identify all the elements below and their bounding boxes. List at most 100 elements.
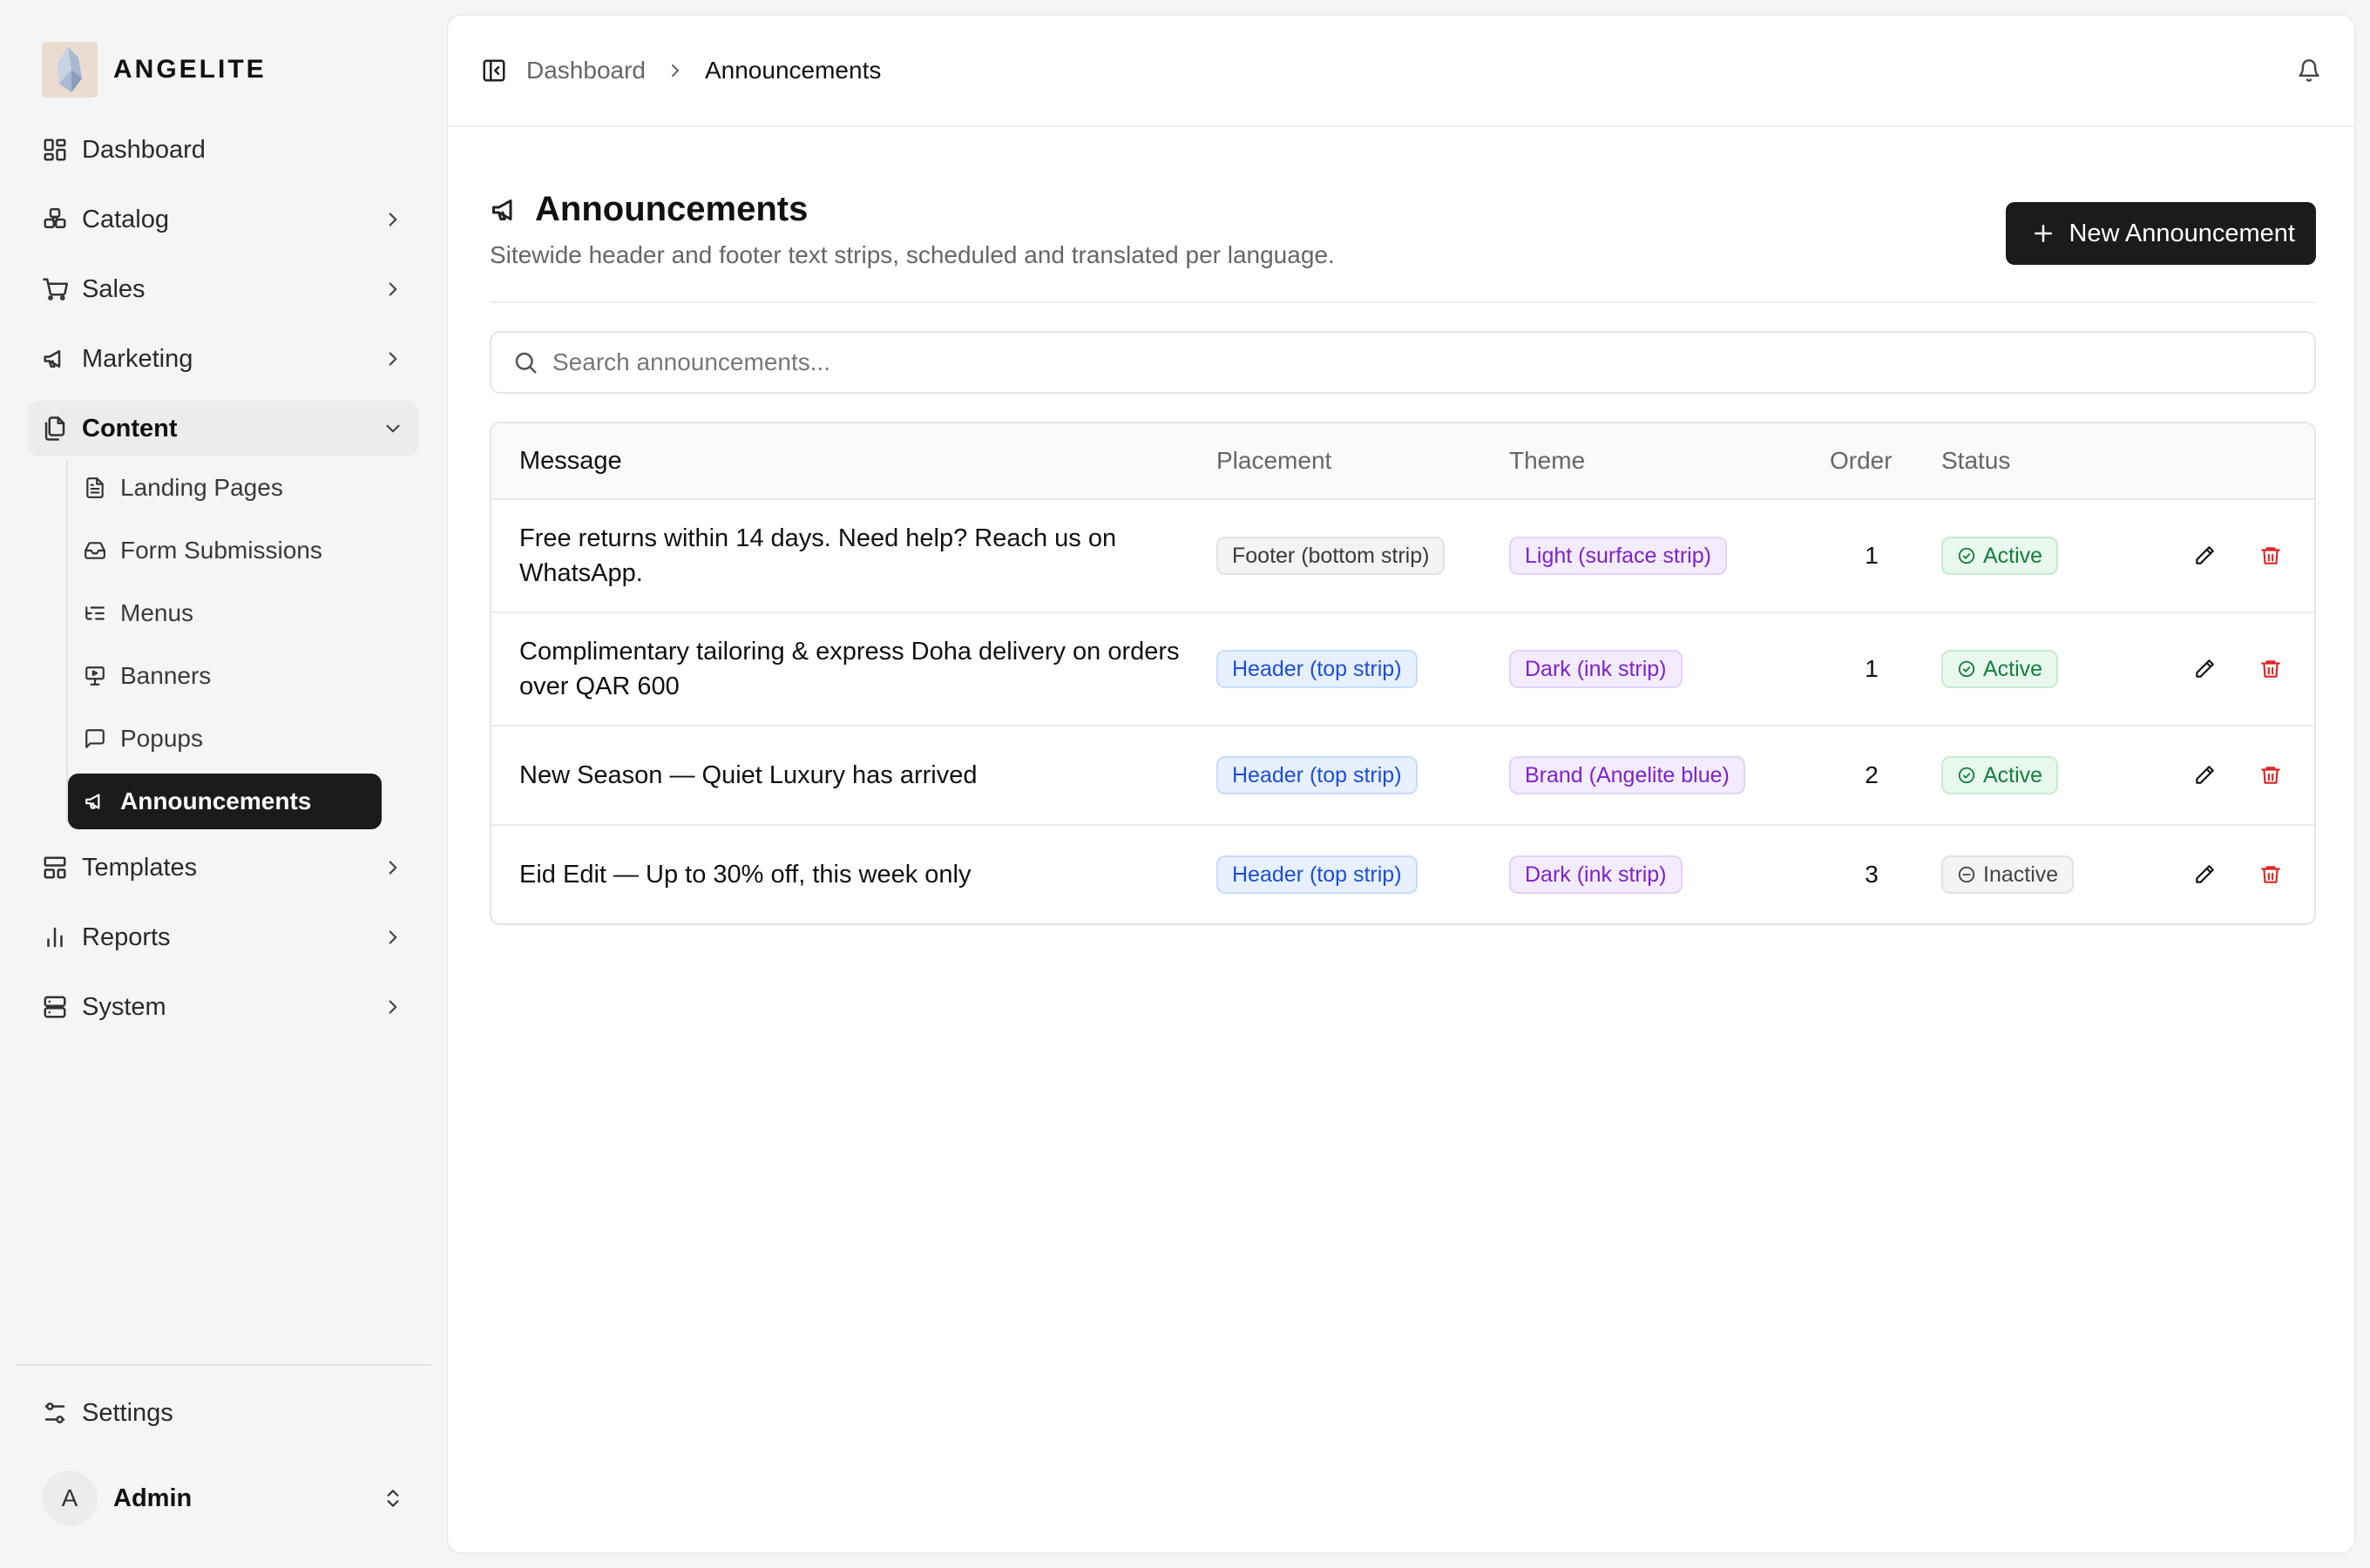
user-menu[interactable]: A Admin [28,1469,418,1528]
header-order: Order [1830,447,1893,474]
sidebar-item-popups[interactable]: Popups [68,711,382,767]
sidebar-item-label: Banners [120,662,212,689]
status-label: Active [1983,656,2043,681]
chevron-right-icon [389,213,397,226]
status-label: Active [1983,762,2043,787]
trash-icon [2261,866,2280,883]
placement-badge: Footer (bottom strip) [1216,537,1446,575]
theme-badge: Brand (Angelite blue) [1509,756,1745,794]
sidebar-item-label: Dashboard [82,135,206,164]
search-input[interactable] [552,348,2208,376]
brand-logo [42,42,98,98]
sidebar-toggle-icon[interactable] [481,57,507,84]
sidebar-item-label: Reports [82,923,171,951]
sidebar-item-templates[interactable]: Templates [28,840,418,896]
check-circle-icon [1958,767,1975,784]
status-label: Active [1983,543,2043,568]
header-status: Status [1941,447,2011,474]
sidebar-item-reports[interactable]: Reports [28,909,418,965]
header-theme: Theme [1509,447,1586,474]
breadcrumb-current: Announcements [704,57,882,84]
templates-icon [44,856,66,879]
message-cell: New Season — Quiet Luxury has arrived [519,761,978,789]
edit-button[interactable] [2185,537,2224,575]
sidebar-item-label: Landing Pages [120,474,283,501]
sidebar-item-banners[interactable]: Banners [68,648,382,704]
new-announcement-button[interactable]: New Announcement [2006,202,2316,265]
inbox-icon [85,542,105,559]
chevron-right-icon [389,930,397,944]
message-square-icon [85,729,105,748]
sidebar-item-form-submissions[interactable]: Form Submissions [68,523,382,578]
breadcrumb: Dashboard Announcements [526,57,881,84]
theme-badge: Light (surface strip) [1509,537,1727,575]
sidebar-item-announcements[interactable]: Announcements [68,774,382,829]
delete-button[interactable] [2252,855,2290,894]
sidebar-item-marketing[interactable]: Marketing [28,331,418,387]
search-bar[interactable] [490,331,2316,394]
server-icon [44,996,66,1018]
message-cell: Eid Edit — Up to 30% off, this week only [519,861,972,889]
chevron-down-icon [386,424,400,433]
sidebar-nav: Dashboard Catalog Sales Marketing Conten… [28,122,418,1049]
delete-button[interactable] [2252,650,2290,688]
brand[interactable]: ANGELITE [42,42,267,98]
sidebar-item-landing-pages[interactable]: Landing Pages [68,460,382,516]
sidebar-item-dashboard[interactable]: Dashboard [28,122,418,178]
order-cell: 3 [1865,861,1879,888]
status-badge: Inactive [1941,855,2075,894]
edit-button[interactable] [2185,855,2224,894]
presentation-icon [85,666,105,686]
breadcrumb-dashboard[interactable]: Dashboard [526,57,646,84]
check-circle-icon [1958,547,1975,564]
sidebar-item-sales[interactable]: Sales [28,261,418,317]
message-cell: Complimentary tailoring & express Doha d… [519,638,1180,700]
sidebar-item-system[interactable]: System [28,979,418,1035]
order-cell: 1 [1865,655,1879,682]
trash-icon [2261,660,2280,678]
pencil-icon [2196,766,2214,784]
sidebar-item-label: Popups [120,725,203,752]
sidebar-item-content[interactable]: Content [28,401,418,456]
edit-button[interactable] [2185,756,2224,794]
sidebar-item-label: Announcements [120,787,312,814]
chevron-right-icon [389,352,397,366]
sidebar-item-settings[interactable]: Settings [28,1385,418,1441]
plus-icon [2035,225,2053,242]
pencil-icon [2196,659,2214,678]
file-text-icon [86,477,104,498]
message-cell: Free returns within 14 days. Need help? … [519,524,1117,587]
pencil-icon [2196,865,2214,883]
sidebar-item-label: System [82,992,166,1021]
theme-badge: Dark (ink strip) [1509,855,1683,894]
status-badge: Active [1941,756,2059,794]
settings-sliders-icon [44,1402,65,1423]
delete-button[interactable] [2252,537,2290,575]
trash-icon [2261,767,2280,784]
files-icon [44,416,65,441]
sidebar-item-menus[interactable]: Menus [68,585,382,641]
delete-button[interactable] [2252,756,2290,794]
table-header: Message Placement Theme Order Status [491,423,2314,500]
chevron-right-icon [389,1000,397,1014]
announcements-table: Message Placement Theme Order Status Fre… [490,422,2316,925]
content-area: Announcements Sitewide header and footer… [490,190,2316,925]
bar-chart-icon [47,927,63,948]
status-label: Inactive [1983,862,2059,887]
settings-label: Settings [82,1398,173,1427]
brand-name: ANGELITE [113,55,267,84]
table-row: New Season — Quiet Luxury has arrived He… [491,727,2314,826]
sidebar-item-label: Form Submissions [120,537,322,564]
placement-badge: Header (top strip) [1216,756,1418,794]
sidebar-item-catalog[interactable]: Catalog [28,192,418,247]
bell-icon[interactable] [2297,58,2321,83]
chevron-right-icon [671,64,679,77]
placement-badge: Header (top strip) [1216,855,1418,894]
main-panel: Dashboard Announcements Announcements Si… [446,14,2356,1554]
megaphone-icon [44,350,61,368]
catalog-icon [44,207,66,228]
edit-button[interactable] [2185,650,2224,688]
status-badge: Active [1941,537,2059,575]
table-row: Free returns within 14 days. Need help? … [491,500,2314,613]
sidebar-item-label: Marketing [82,344,193,373]
